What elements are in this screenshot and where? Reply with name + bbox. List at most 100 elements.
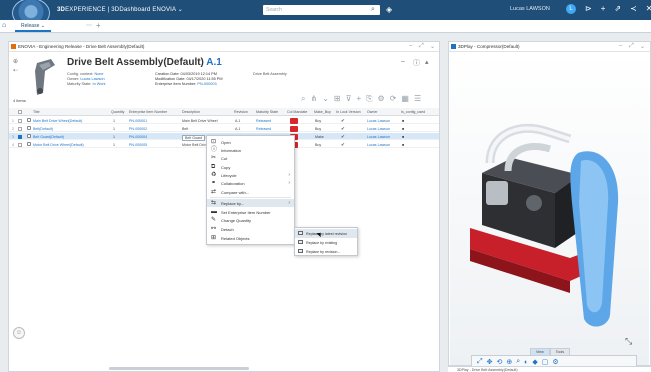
minimize-header-icon[interactable]: –	[401, 58, 405, 65]
menu-item-related-objects[interactable]: ⊞ Related Objects	[207, 234, 294, 242]
column-header[interactable]: Owner	[367, 110, 378, 114]
part-icon	[27, 118, 31, 122]
rotate-icon[interactable]: ⟲	[496, 358, 502, 366]
row-owner: Lucas Lawson	[367, 118, 390, 123]
menu-item-collaboration[interactable]: ⚭ Collaboration ›	[207, 179, 294, 187]
submenu-replace-revision[interactable]: Replace by revision...	[295, 247, 357, 256]
select-all-checkbox[interactable]	[18, 110, 22, 114]
row-state: Released	[256, 126, 272, 131]
tab-release[interactable]: Release ⌄	[15, 22, 51, 32]
user-name[interactable]: Lucas LAWSON	[510, 6, 550, 12]
settings-icon[interactable]: ⚙	[378, 94, 385, 104]
3d-compass-icon[interactable]: ⤡	[625, 336, 632, 347]
row-title[interactable]: Motor Belt Drive Wheel(Default)	[33, 143, 84, 147]
column-header[interactable]: Is_config_used	[401, 110, 425, 114]
add-icon[interactable]: +	[356, 94, 361, 104]
structure-icon[interactable]: ⊞	[334, 94, 341, 104]
search-icon[interactable]: ⌕	[301, 94, 305, 104]
minimized-panel[interactable]: 3DPlay - Drive Belt Assembly(Default)	[448, 366, 651, 372]
compass-app-icon[interactable]: ⊳	[585, 4, 592, 14]
horizontal-scrollbar[interactable]	[109, 367, 249, 370]
social-icon[interactable]: ≺	[630, 4, 637, 14]
menu-item-compare[interactable]: ⇄ Compare with...	[207, 188, 294, 196]
column-header[interactable]: Description	[182, 110, 200, 114]
measure-icon[interactable]: ⌕	[516, 358, 520, 366]
pan-icon[interactable]: ✥	[487, 358, 493, 366]
row-description: Motor Belt Drive	[182, 142, 208, 147]
column-header[interactable]: Revision	[234, 110, 248, 114]
menu-item-change-quantity[interactable]: ✎ Change Quantity	[207, 216, 294, 224]
tab-close-icon[interactable]: ⋯	[86, 22, 92, 29]
row-checkbox[interactable]	[18, 134, 22, 139]
info-icon[interactable]: ⓘ	[413, 58, 420, 68]
share-icon[interactable]: ⇗	[614, 4, 621, 14]
detach-icon: ⚯	[211, 226, 217, 232]
refresh-icon[interactable]: ⟳	[390, 94, 397, 104]
user-avatar-icon[interactable]: L	[566, 4, 576, 14]
minimize-icon[interactable]: –	[409, 43, 412, 49]
column-header[interactable]: Quantity	[111, 110, 124, 114]
menu-icon[interactable]: ⌄	[640, 43, 645, 50]
row-checkbox[interactable]	[18, 118, 22, 123]
row-description[interactable]: Belt Guard	[182, 134, 206, 141]
add-tab-icon[interactable]: +	[96, 21, 101, 30]
3d-viewport[interactable]: ⤡ View Tools ⤢ ✥ ⟲ ⊕ ⌕ ◐ ◆ ▢ ⚙	[450, 53, 649, 369]
list-view-icon[interactable]: ☰	[414, 94, 421, 104]
menu-icon[interactable]: ⌄	[430, 43, 435, 50]
column-header[interactable]: Title	[33, 110, 40, 114]
search-input[interactable]: Search	[263, 5, 380, 15]
maximize-icon[interactable]: ⤢	[419, 43, 424, 50]
section-icon[interactable]: ◐	[524, 359, 528, 366]
column-header[interactable]: Maturity State	[256, 110, 278, 114]
row-lock: ✔	[341, 133, 345, 139]
search-icon[interactable]: ⌕	[371, 6, 379, 14]
quantity-icon: ✎	[211, 217, 217, 223]
fit-all-icon[interactable]: ⤢	[477, 358, 483, 366]
minimize-icon[interactable]: –	[619, 43, 622, 49]
filter-icon[interactable]: ⋔	[310, 94, 317, 104]
views-icon[interactable]: ▢	[542, 358, 549, 366]
row-checkbox[interactable]	[18, 142, 22, 147]
chevron-down-icon[interactable]: ⌄	[322, 94, 329, 104]
column-header[interactable]: In Lock Version	[336, 110, 361, 114]
submenu-replace-latest[interactable]: Replace by latest revision	[295, 229, 357, 238]
add-icon[interactable]: +	[601, 4, 606, 14]
table-row[interactable]: 2 Belt(Default) 1 PN-000002 Belt A.1 Rel…	[9, 125, 439, 132]
chat-icon[interactable]: ☺	[13, 327, 25, 339]
row-config-used: ■	[402, 134, 405, 139]
row-quantity: 1	[113, 142, 115, 147]
menu-item-replace-by[interactable]: ⇆ Replace by... ›	[207, 199, 294, 208]
tag-icon[interactable]: ◈	[386, 5, 392, 14]
3dplay-panel: 3DPlay - Compressor(Default) – ⤢ ⌄ ⤡ Vie…	[448, 41, 651, 369]
row-make-buy: Buy	[315, 118, 322, 123]
filter-funnel-icon[interactable]: ⊽	[346, 94, 352, 104]
row-checkbox[interactable]	[18, 126, 22, 131]
table-row[interactable]: 1 Main Belt Drive Wheel(Default) 1 PN-00…	[9, 117, 439, 124]
row-ein: PN-000002	[129, 126, 148, 131]
menu-item-detach[interactable]: ⚯ Detach	[207, 225, 294, 233]
row-make-buy: Buy	[315, 126, 322, 131]
render-icon[interactable]: ◆	[532, 358, 537, 366]
row-ein: PN-000005	[129, 142, 148, 147]
grid-view-icon[interactable]: ▦	[401, 94, 409, 104]
back-icon[interactable]: ⇠	[13, 67, 18, 76]
zoom-icon[interactable]: ⊕	[506, 358, 512, 366]
row-title[interactable]: Belt Guard(Default)	[33, 135, 64, 139]
submenu-replace-existing[interactable]: Replace by existing	[295, 238, 357, 247]
insert-icon[interactable]: ⎘	[366, 94, 372, 104]
row-lock: ✔	[341, 141, 345, 147]
menu-item-cut[interactable]: ✂ Cut	[207, 154, 294, 162]
compressor-model[interactable]	[450, 53, 649, 365]
maximize-icon[interactable]: ⤢	[629, 43, 634, 50]
column-header[interactable]: Enterprise Item Number	[129, 110, 167, 114]
enovia-app-icon	[11, 44, 16, 49]
settings-icon[interactable]: ⚙	[552, 358, 558, 366]
column-header[interactable]: Make_Buy	[314, 110, 331, 114]
pin-icon[interactable]: ⊕	[13, 58, 18, 67]
home-icon[interactable]: ⌂	[2, 22, 6, 29]
column-header[interactable]: Col Mandate	[287, 110, 307, 114]
row-title[interactable]: Belt(Default)	[33, 127, 53, 131]
tools-icon[interactable]: ✕	[646, 4, 651, 14]
row-title[interactable]: Main Belt Drive Wheel(Default)	[33, 119, 82, 123]
collapse-icon[interactable]: ▴	[425, 58, 429, 66]
